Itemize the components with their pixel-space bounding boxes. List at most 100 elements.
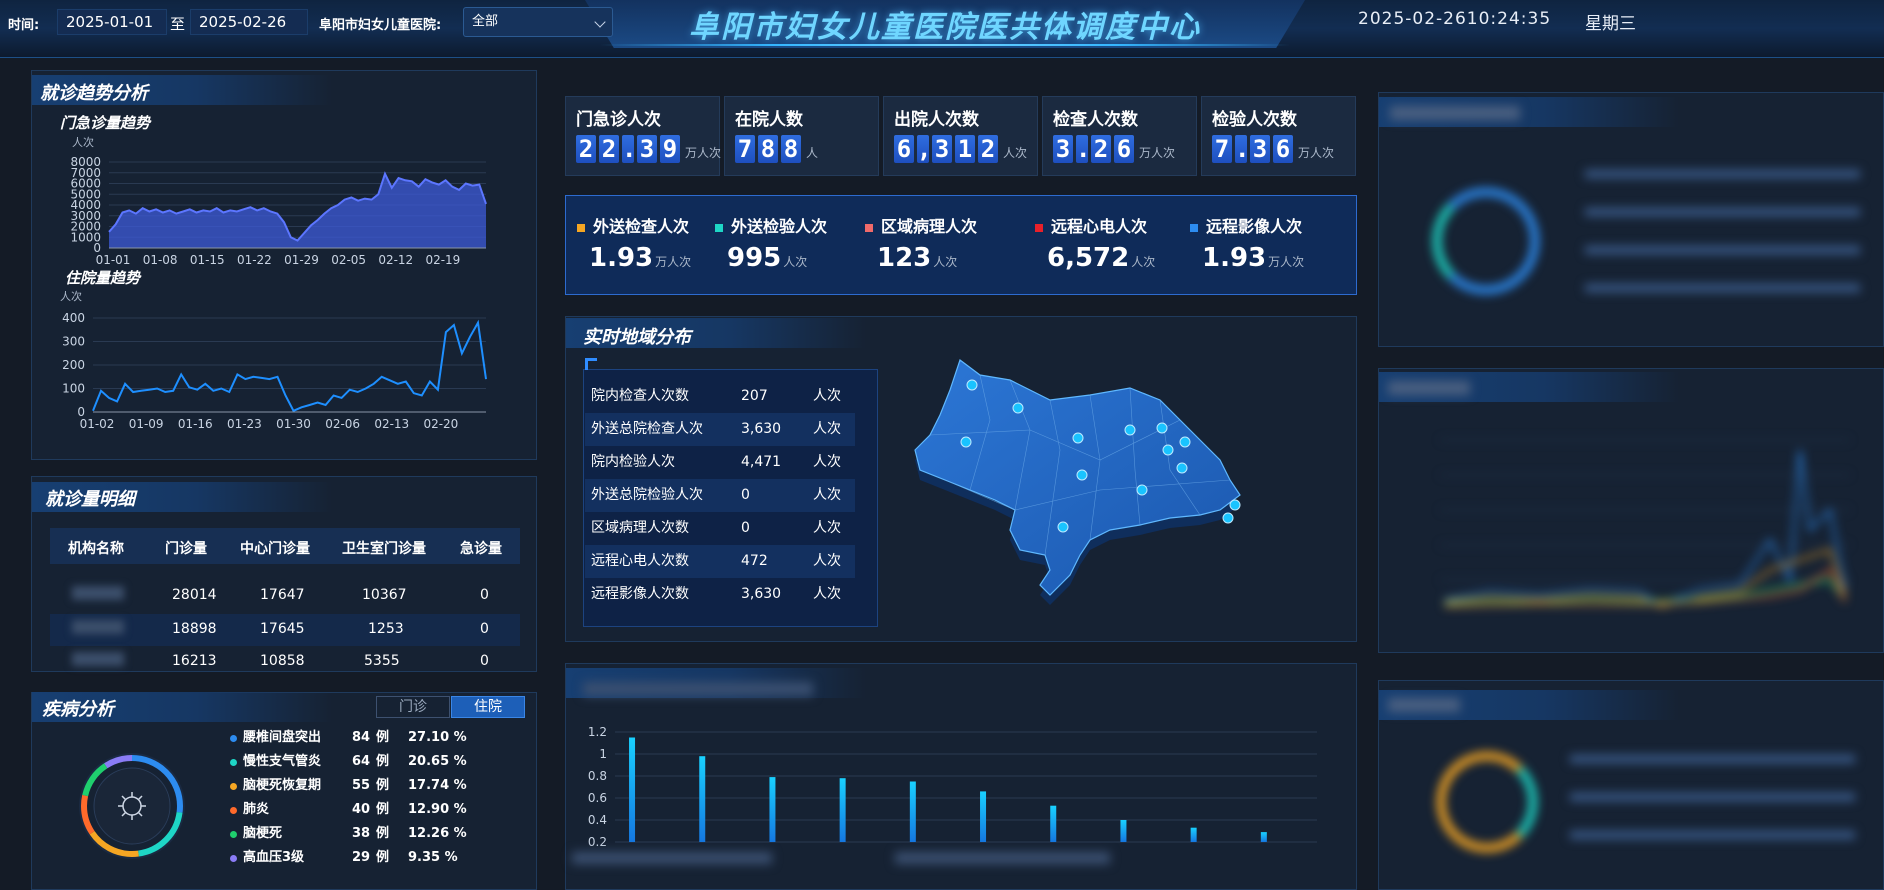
external-stat-label: 远程影像人次: [1206, 217, 1303, 236]
stat-digit: ,: [917, 135, 932, 163]
region-cell-value: 207: [741, 388, 768, 404]
table-corner-decoration: [585, 358, 597, 370]
right-bottom-legend-redacted: [1570, 755, 1855, 855]
disease-item[interactable]: 腰椎间盘突出 84 例 27.10 %: [230, 728, 530, 748]
bar: [909, 781, 916, 842]
region-cell-unit: 人次: [813, 553, 841, 569]
stat-card[interactable]: 出院人次数 6, 3 1 2 人次: [883, 96, 1038, 176]
x-tick-label: 01-09: [129, 417, 164, 431]
region-row[interactable]: 外送总院检验人次 0 人次: [585, 479, 855, 512]
tab-outpatient[interactable]: 门诊: [376, 696, 450, 718]
x-tick-label: 02-12: [378, 253, 413, 267]
stat-digit: 7: [735, 135, 755, 163]
disease-unit: 例: [376, 730, 390, 745]
external-stat-item[interactable]: 外送检查人次 1.93 万人次: [577, 213, 691, 273]
disease-item[interactable]: 肺炎 40 例 12.90 %: [230, 800, 530, 820]
cell-emergency: 0: [480, 621, 489, 637]
disease-unit: 例: [376, 754, 390, 769]
disease-donut-chart: [79, 753, 185, 859]
stat-card-value: 2 2. 3 9 万人次: [576, 135, 721, 163]
end-date-input[interactable]: 2025-02-26: [190, 9, 308, 35]
right-mid-title-redacted: [1388, 381, 1470, 395]
x-tick-label: 02-20: [423, 417, 458, 431]
right-top-legend-redacted: [1585, 170, 1860, 300]
disease-pct: 12.26 %: [408, 826, 467, 841]
institution-name-redacted: [72, 620, 124, 634]
legend-dot-icon: [230, 855, 237, 862]
y-tick-label: 1: [599, 747, 607, 761]
col-header-clinic: 卫生室门诊量: [342, 541, 426, 557]
disease-count: 55: [352, 778, 371, 793]
disease-name: 脑梗死恢复期: [243, 778, 322, 793]
region-row[interactable]: 院内检验人次 4,471 人次: [585, 446, 855, 479]
right-top-donut: [1433, 188, 1539, 294]
outpatient-trend-chart: 01000200030004000500060007000800001-01 01…: [70, 155, 487, 267]
stat-card[interactable]: 检验人次数 7. 3 6 万人次: [1201, 96, 1356, 176]
region-panel-title: 实时地域分布: [583, 327, 691, 348]
external-stat-item[interactable]: 远程心电人次 6,572 人次: [1035, 213, 1155, 273]
external-stat-label: 外送检验人次: [731, 217, 828, 236]
disease-unit: 例: [376, 802, 390, 817]
table-row[interactable]: 16213 10858 5355 0: [50, 648, 520, 672]
stat-digit: 2: [978, 135, 998, 163]
region-cell-value: 472: [741, 553, 768, 569]
region-cell-name: 外送总院检验人次: [591, 487, 703, 503]
disease-item[interactable]: 慢性支气管炎 64 例 20.65 %: [230, 752, 530, 772]
disease-item[interactable]: 高血压3级 29 例 9.35 %: [230, 848, 530, 868]
region-row[interactable]: 院内检查人次数 207 人次: [585, 380, 855, 413]
right-bottom-title-redacted: [1388, 698, 1460, 712]
current-weekday: 星期三: [1585, 14, 1636, 34]
region-row[interactable]: 远程影像人次数 3,630 人次: [585, 578, 855, 611]
time-label: 时间:: [8, 18, 40, 33]
x-tick-label: 02-06: [325, 417, 360, 431]
disease-item[interactable]: 脑梗死恢复期 55 例 17.74 %: [230, 776, 530, 796]
y-tick-label: 0.8: [588, 769, 607, 783]
disease-name: 肺炎: [243, 802, 270, 817]
y-tick-label: 400: [62, 311, 85, 325]
region-row[interactable]: 远程心电人次数 472 人次: [585, 545, 855, 578]
stat-digit: .: [1076, 135, 1091, 163]
bar: [839, 778, 846, 842]
legend-square-icon: [865, 224, 873, 232]
region-row[interactable]: 外送总院检查人次 3,630 人次: [585, 413, 855, 446]
institution-name-redacted: [72, 586, 124, 600]
stat-digit: 6: [894, 135, 914, 163]
bar: [980, 791, 987, 842]
stat-digit: 3: [637, 135, 657, 163]
stat-card[interactable]: 在院人数 7 8 8 人: [724, 96, 879, 176]
disease-name: 腰椎间盘突出: [243, 730, 322, 745]
disease-count: 84: [352, 730, 371, 745]
disease-item[interactable]: 脑梗死 38 例 12.26 %: [230, 824, 530, 844]
external-stat-item[interactable]: 区域病理人次 123 人次: [865, 213, 977, 273]
stat-digit: 1: [955, 135, 975, 163]
external-stat-label: 区域病理人次: [881, 217, 978, 236]
x-tick-label: 01-22: [237, 253, 272, 267]
region-cell-value: 4,471: [741, 454, 782, 470]
table-row[interactable]: 18898 17645 1253 0: [50, 614, 520, 646]
stat-digit: 6: [1114, 135, 1134, 163]
bar: [629, 737, 636, 842]
disease-unit: 例: [376, 826, 390, 841]
legend-dot-icon: [230, 759, 237, 766]
y-tick-label: 200: [62, 358, 85, 372]
x-tick-label: 01-30: [276, 417, 311, 431]
visits-table-header: 机构名称 门诊量 中心门诊量 卫生室门诊量 急诊量: [50, 528, 520, 564]
start-date-input[interactable]: 2025-01-01: [57, 9, 167, 35]
table-row[interactable]: 28014 17647 10367 0: [50, 580, 520, 612]
disease-pct: 27.10 %: [408, 730, 467, 745]
stat-digit: 8: [781, 135, 801, 163]
hospital-select-value: 全部: [472, 14, 499, 29]
tab-inpatient[interactable]: 住院: [451, 696, 525, 718]
region-row[interactable]: 区域病理人次数 0 人次: [585, 512, 855, 545]
region-cell-name: 外送总院检查人次: [591, 421, 703, 437]
legend-dot-icon: [230, 783, 237, 790]
stat-card[interactable]: 门急诊人次 2 2. 3 9 万人次: [565, 96, 721, 176]
external-stat-item[interactable]: 外送检验人次 995 人次: [715, 213, 827, 273]
stat-digit: 6: [1273, 135, 1293, 163]
external-stat-item[interactable]: 远程影像人次 1.93 万人次: [1190, 213, 1304, 273]
stat-card-value: 7. 3 6 万人次: [1212, 135, 1334, 163]
stat-card[interactable]: 检查人次数 3. 2 6 万人次: [1042, 96, 1197, 176]
ranking-panel-title-redacted: [583, 682, 813, 696]
external-stat-value: 995: [727, 243, 782, 273]
disease-count: 40: [352, 802, 371, 817]
